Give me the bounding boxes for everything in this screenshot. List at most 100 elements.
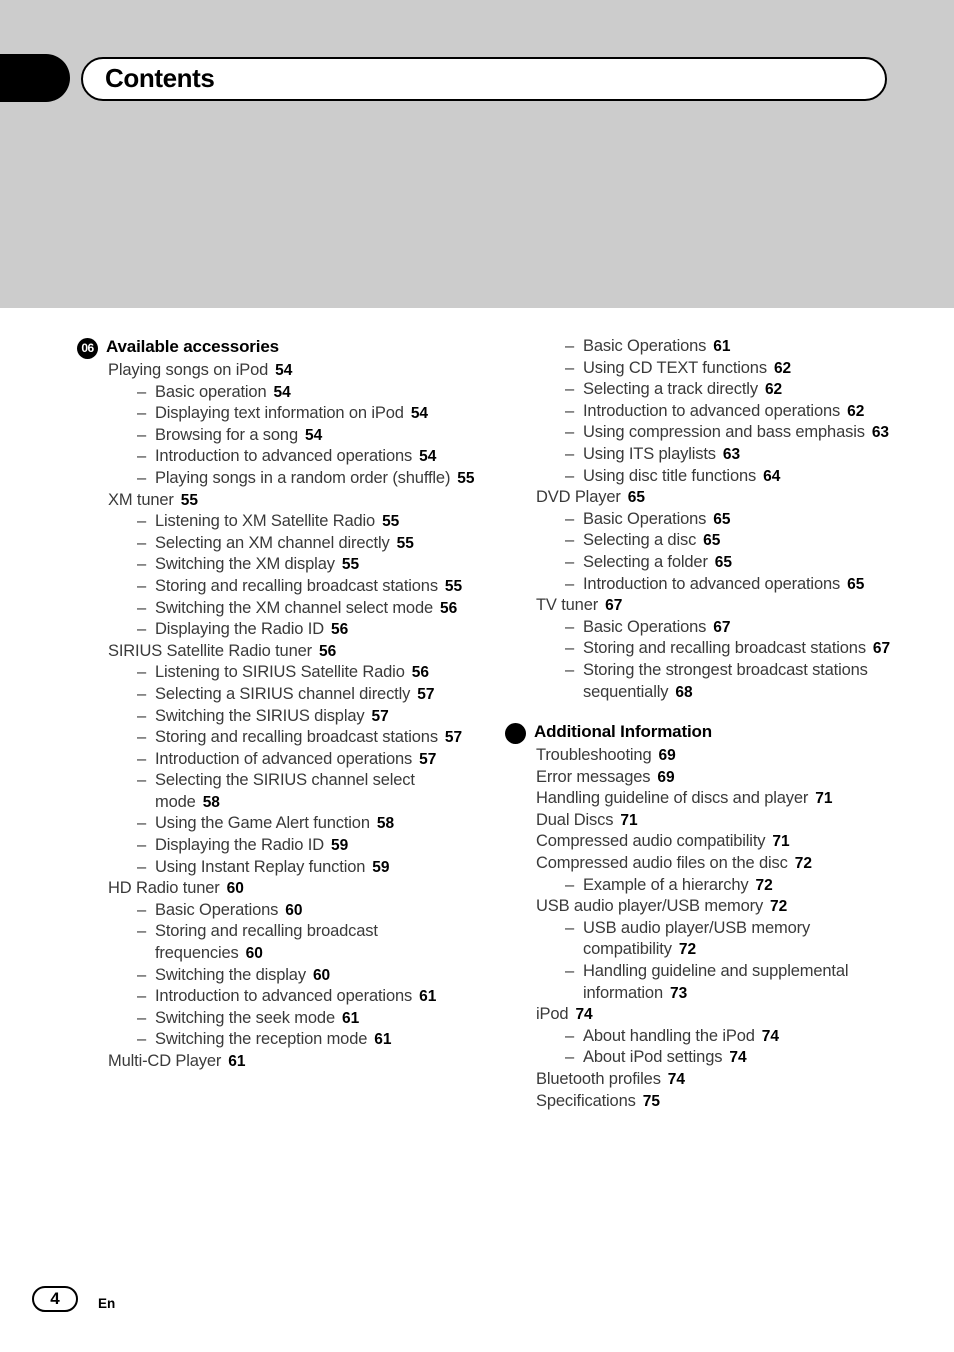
toc-entry-basic-operations[interactable]: – Basic Operations 60: [77, 900, 477, 922]
toc-entry-label: Error messages: [536, 767, 651, 786]
toc-dash-icon: –: [565, 531, 575, 550]
toc-entry-storing-and-recalling-broadcast-stations[interactable]: – Storing and recalling broadcast station…: [77, 576, 477, 598]
toc-entry-basic-operations[interactable]: – Basic Operations 65: [505, 509, 905, 531]
toc-dash-icon: –: [565, 1048, 575, 1067]
toc-entry-dvd-player[interactable]: DVD Player 65: [505, 487, 905, 509]
toc-entry-hd-radio-tuner[interactable]: HD Radio tuner 60: [77, 878, 477, 900]
toc-entry-using-instant-replay-function[interactable]: – Using Instant Replay function 59: [77, 857, 477, 879]
toc-entry-label: Introduction to advanced operations: [155, 987, 413, 1006]
toc-entry-compressed-audio-files-on-the-disc[interactable]: Compressed audio files on the disc 72: [505, 853, 905, 875]
toc-entry-page-number: 63: [871, 424, 890, 442]
toc-entry-label: Compressed audio compatibility: [536, 832, 766, 851]
toc-entry-selecting-the-sirius-channel-select-mode[interactable]: – Selecting the SIRIUS channel select mod…: [77, 770, 477, 813]
toc-dash-icon: –: [137, 857, 147, 876]
toc-entry-basic-operations[interactable]: – Basic Operations 61: [505, 336, 905, 358]
toc-entry-multi-cd-player[interactable]: Multi-CD Player 61: [77, 1051, 477, 1073]
toc-entry-using-its-playlists[interactable]: – Using ITS playlists 63: [505, 444, 905, 466]
toc-entry-switching-the-sirius-display[interactable]: – Switching the SIRIUS display 57: [77, 706, 477, 728]
toc-entry-listening-to-sirius-satellite-radio[interactable]: – Listening to SIRIUS Satellite Radio 56: [77, 662, 477, 684]
toc-entry-page-number: 56: [318, 642, 337, 660]
toc-entry-compressed-audio-compatibility[interactable]: Compressed audio compatibility 71: [505, 831, 905, 853]
toc-entry-sirius-satellite-radio-tuner[interactable]: SIRIUS Satellite Radio tuner 56: [77, 641, 477, 663]
toc-dash-icon: –: [137, 836, 147, 855]
toc-entry-page-number: 60: [285, 901, 303, 919]
contents-header-bar: Contents: [81, 57, 887, 101]
toc-dash-icon: –: [137, 404, 147, 423]
toc-entry-browsing-for-a-song[interactable]: – Browsing for a song 54: [77, 425, 477, 447]
toc-entry-handling-guideline-and-supplemental-information[interactable]: – Handling guideline and supplemental inf…: [505, 961, 905, 1004]
toc-entry-label: Storing and recalling broadcast stations: [155, 728, 438, 747]
toc-entry-page-number: 58: [202, 793, 220, 811]
toc-entry-xm-tuner[interactable]: XM tuner 55: [77, 490, 477, 512]
toc-entry-page-number: 60: [226, 880, 244, 898]
toc-entry-using-cd-text-functions[interactable]: – Using CD TEXT functions 62: [505, 358, 905, 380]
toc-entry-about-ipod-settings[interactable]: – About iPod settings 74: [505, 1047, 905, 1069]
toc-entry-page-number: 69: [658, 747, 676, 765]
toc-entry-storing-and-recalling-broadcast-frequencies[interactable]: – Storing and recalling broadcast frequen…: [77, 921, 477, 964]
toc-entry-selecting-a-sirius-channel-directly[interactable]: – Selecting a SIRIUS channel directly 57: [77, 684, 477, 706]
toc-entry-handling-guideline-of-discs-and-player[interactable]: Handling guideline of discs and player 71: [505, 788, 905, 810]
toc-entry-introduction-of-advanced-operations[interactable]: – Introduction of advanced operations 57: [77, 749, 477, 771]
toc-dash-icon: –: [137, 771, 147, 790]
toc-entry-label: Storing and recalling broadcast frequenc…: [155, 922, 378, 963]
toc-section: Additional Information Troubleshooting 69 E…: [505, 721, 905, 1112]
toc-entry-example-of-a-hierarchy[interactable]: – Example of a hierarchy 72: [505, 875, 905, 897]
toc-entry-displaying-the-radio-id[interactable]: – Displaying the Radio ID 59: [77, 835, 477, 857]
toc-entry-bluetooth-profiles[interactable]: Bluetooth profiles 74: [505, 1069, 905, 1091]
toc-entry-using-the-game-alert-function[interactable]: – Using the Game Alert function 58: [77, 813, 477, 835]
toc-entry-page-number: 62: [773, 359, 792, 377]
toc-entry-displaying-text-information-on-ipod[interactable]: – Displaying text information on iPod 54: [77, 403, 477, 425]
toc-entry-playing-songs-in-a-random-order-shuffle[interactable]: – Playing songs in a random order (shuffl…: [77, 468, 477, 490]
toc-entry-using-compression-and-bass-emphasis[interactable]: – Using compression and bass emphasis 63: [505, 422, 905, 444]
toc-entry-selecting-an-xm-channel-directly[interactable]: – Selecting an XM channel directly 55: [77, 533, 477, 555]
toc-entry-introduction-to-advanced-operations[interactable]: – Introduction to advanced operations 65: [505, 574, 905, 596]
toc-entry-page-number: 61: [374, 1031, 392, 1049]
toc-entry-label: Basic operation: [155, 382, 267, 401]
toc-entry-label: Browsing for a song: [155, 425, 298, 444]
toc-entry-basic-operations[interactable]: – Basic Operations 67: [505, 617, 905, 639]
toc-entry-switching-the-xm-display[interactable]: – Switching the XM display 55: [77, 554, 477, 576]
toc-entry-error-messages[interactable]: Error messages 69: [505, 767, 905, 789]
toc-entry-switching-the-xm-channel-select-mode[interactable]: – Switching the XM channel select mode 56: [77, 598, 477, 620]
toc-entry-label: Selecting a track directly: [583, 380, 758, 399]
toc-entry-page-number: 61: [228, 1053, 246, 1070]
toc-entry-specifications[interactable]: Specifications 75: [505, 1091, 905, 1113]
toc-entry-selecting-a-folder[interactable]: – Selecting a folder 65: [505, 552, 905, 574]
toc-entry-ipod[interactable]: iPod 74: [505, 1004, 905, 1026]
toc-entry-page-number: 54: [304, 426, 323, 444]
toc-entry-usb-audio-player-usb-memory-compatibility[interactable]: – USB audio player/USB memory compatibili…: [505, 918, 905, 961]
toc-entry-label: HD Radio tuner: [108, 879, 220, 898]
toc-entry-introduction-to-advanced-operations[interactable]: – Introduction to advanced operations 54: [77, 446, 477, 468]
toc-dash-icon: –: [137, 382, 147, 401]
toc-entry-storing-and-recalling-broadcast-stations[interactable]: – Storing and recalling broadcast station…: [77, 727, 477, 749]
toc-entry-listening-to-xm-satellite-radio[interactable]: – Listening to XM Satellite Radio 55: [77, 511, 477, 533]
toc-entry-label: Compressed audio files on the disc: [536, 854, 788, 873]
toc-entry-playing-songs-on-ipod[interactable]: Playing songs on iPod 54: [77, 360, 477, 382]
toc-dash-icon: –: [137, 900, 147, 919]
toc-dash-icon: –: [137, 965, 147, 984]
toc-entry-dual-discs[interactable]: Dual Discs 71: [505, 810, 905, 832]
toc-entry-page-number: 74: [729, 1049, 747, 1067]
toc-dash-icon: –: [565, 337, 575, 355]
toc-entry-introduction-to-advanced-operations[interactable]: – Introduction to advanced operations 62: [505, 401, 905, 423]
toc-entry-selecting-a-track-directly[interactable]: – Selecting a track directly 62: [505, 379, 905, 401]
toc-entry-tv-tuner[interactable]: TV tuner 67: [505, 595, 905, 617]
toc-entry-switching-the-reception-mode[interactable]: – Switching the reception mode 61: [77, 1029, 477, 1051]
toc-dash-icon: –: [137, 684, 147, 703]
toc-entry-usb-audio-player-usb-memory[interactable]: USB audio player/USB memory 72: [505, 896, 905, 918]
toc-entry-page-number: 74: [667, 1071, 686, 1088]
toc-entry-about-handling-the-ipod[interactable]: – About handling the iPod 74: [505, 1026, 905, 1048]
toc-entry-label: Storing the strongest broadcast stations…: [583, 660, 868, 701]
toc-entry-introduction-to-advanced-operations[interactable]: – Introduction to advanced operations 61: [77, 986, 477, 1008]
toc-entry-storing-the-strongest-broadcast-stations-sequent[interactable]: – Storing the strongest broadcast station…: [505, 660, 905, 703]
toc-entry-storing-and-recalling-broadcast-stations[interactable]: – Storing and recalling broadcast station…: [505, 638, 905, 660]
toc-dash-icon: –: [565, 358, 575, 377]
toc-entry-using-disc-title-functions[interactable]: – Using disc title functions 64: [505, 466, 905, 488]
toc-entry-displaying-the-radio-id[interactable]: – Displaying the Radio ID 56: [77, 619, 477, 641]
toc-entry-switching-the-seek-mode[interactable]: – Switching the seek mode 61: [77, 1008, 477, 1030]
toc-entry-selecting-a-disc[interactable]: – Selecting a disc 65: [505, 530, 905, 552]
toc-entry-basic-operation[interactable]: – Basic operation 54: [77, 382, 477, 404]
toc-entry-switching-the-display[interactable]: – Switching the display 60: [77, 965, 477, 987]
toc-entry-troubleshooting[interactable]: Troubleshooting 69: [505, 745, 905, 767]
toc-entry-page-number: 71: [772, 833, 790, 851]
